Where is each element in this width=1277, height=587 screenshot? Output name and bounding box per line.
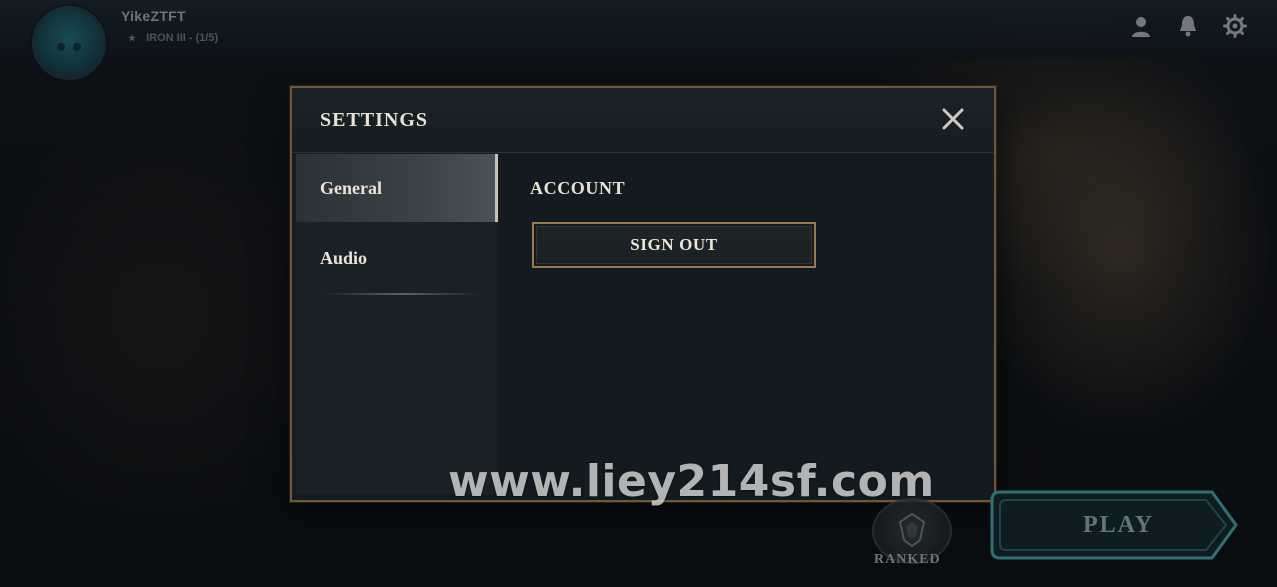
profile-icon[interactable]	[1129, 14, 1153, 38]
rank-line: ★ IRON III - (1/5)	[128, 32, 218, 44]
star-icon: ★	[128, 33, 137, 43]
bell-icon[interactable]	[1176, 14, 1200, 38]
modal-header: SETTINGS	[292, 88, 994, 153]
ranked-label: RANKED	[874, 552, 941, 567]
username: YikeZTFT	[121, 8, 186, 24]
game-screen: YikeZTFT ★ IRON III - (1/5) SETTINGS Gen…	[0, 0, 1277, 587]
tab-general[interactable]: General	[296, 154, 498, 222]
play-label: PLAY	[1083, 512, 1155, 538]
avatar-eye-left	[57, 43, 65, 51]
watermark-text: www.liey214sf.com	[448, 456, 935, 507]
modal-title: SETTINGS	[320, 109, 429, 131]
section-title-account: ACCOUNT	[530, 178, 626, 198]
close-icon[interactable]	[940, 106, 966, 132]
rank-text: IRON III - (1/5)	[146, 32, 219, 44]
avatar[interactable]	[32, 6, 106, 80]
settings-content: ACCOUNT SIGN OUT	[498, 154, 992, 498]
settings-sidebar: General Audio	[296, 154, 498, 494]
sidebar-divider	[324, 293, 480, 295]
tab-audio[interactable]: Audio	[296, 224, 498, 292]
gear-icon[interactable]	[1223, 14, 1247, 38]
settings-modal: SETTINGS General Audio ACCOUNT SIGN OUT	[290, 86, 996, 502]
top-bar: YikeZTFT ★ IRON III - (1/5)	[0, 0, 1277, 80]
avatar-eye-right	[73, 43, 81, 51]
sign-out-button[interactable]: SIGN OUT	[532, 222, 816, 268]
